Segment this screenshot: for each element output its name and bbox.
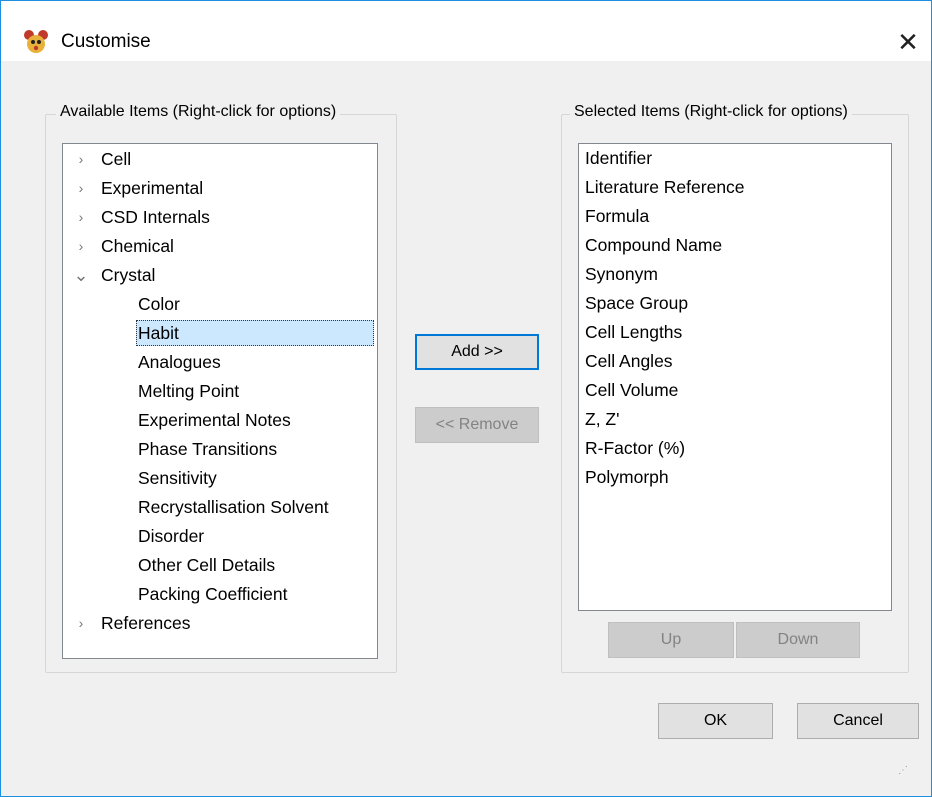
- tree-item-references[interactable]: › References: [63, 609, 375, 637]
- list-item[interactable]: Literature Reference: [585, 173, 745, 202]
- list-item[interactable]: Cell Volume: [585, 376, 678, 405]
- remove-button[interactable]: << Remove: [415, 407, 539, 443]
- tree-item-label: Crystal: [101, 265, 156, 285]
- selected-items-list[interactable]: Identifier Literature Reference Formula …: [578, 143, 892, 611]
- available-items-group: Available Items (Right-click for options…: [45, 103, 397, 673]
- list-item[interactable]: Compound Name: [585, 231, 722, 260]
- ok-button[interactable]: OK: [658, 703, 773, 739]
- chevron-right-icon[interactable]: ›: [73, 145, 89, 173]
- list-item[interactable]: Polymorph: [585, 463, 669, 492]
- tree-item-label: Cell: [101, 149, 132, 169]
- mouse-face-icon: [24, 30, 48, 53]
- tree-item-chemical[interactable]: › Chemical: [63, 232, 375, 260]
- chevron-right-icon[interactable]: ›: [73, 203, 89, 231]
- tree-item-label: References: [101, 613, 191, 633]
- cancel-button[interactable]: Cancel: [797, 703, 919, 739]
- tree-item-habit[interactable]: Habit: [130, 319, 375, 347]
- selected-items-legend: Selected Items (Right-click for options): [570, 103, 852, 121]
- selected-items-group: Selected Items (Right-click for options)…: [561, 103, 909, 673]
- chevron-right-icon[interactable]: ›: [73, 609, 89, 637]
- tree-item-label: Chemical: [101, 236, 174, 256]
- tree-item-crystal[interactable]: ⌄ Crystal: [63, 261, 375, 289]
- chevron-right-icon[interactable]: ›: [73, 232, 89, 260]
- down-button[interactable]: Down: [736, 622, 860, 658]
- close-button[interactable]: ✕: [891, 25, 925, 59]
- list-item[interactable]: Cell Lengths: [585, 318, 682, 347]
- resize-grip-icon[interactable]: ⋰: [898, 765, 908, 776]
- list-item[interactable]: Formula: [585, 202, 649, 231]
- list-item[interactable]: Space Group: [585, 289, 688, 318]
- up-button[interactable]: Up: [608, 622, 734, 658]
- list-item[interactable]: Z, Z': [585, 405, 619, 434]
- available-items-legend: Available Items (Right-click for options…: [56, 103, 341, 121]
- window-title: Customise: [61, 31, 151, 52]
- list-item[interactable]: Synonym: [585, 260, 658, 289]
- list-item[interactable]: Cell Angles: [585, 347, 673, 376]
- list-item[interactable]: Identifier: [585, 144, 652, 173]
- tree-item-label: Experimental: [101, 178, 204, 198]
- customise-dialog: Customise ✕ Available Items (Right-click…: [0, 0, 932, 797]
- list-item[interactable]: R-Factor (%): [585, 434, 685, 463]
- tree-item-csd-internals[interactable]: › CSD Internals: [63, 203, 375, 231]
- close-icon: ✕: [897, 27, 919, 57]
- title-bar: Customise ✕: [1, 1, 931, 61]
- tree-item-label: CSD Internals: [101, 207, 210, 227]
- chevron-right-icon[interactable]: ›: [73, 174, 89, 202]
- tree-item-cell[interactable]: › Cell: [63, 145, 375, 173]
- chevron-down-icon[interactable]: ⌄: [73, 261, 89, 289]
- add-button[interactable]: Add >>: [415, 334, 539, 370]
- crystal-children: Color Habit Analogues Melting Point Expe…: [130, 290, 375, 610]
- available-items-tree[interactable]: › Cell › Experimental › CSD Internals › …: [62, 143, 378, 659]
- tree-item-experimental[interactable]: › Experimental: [63, 174, 375, 202]
